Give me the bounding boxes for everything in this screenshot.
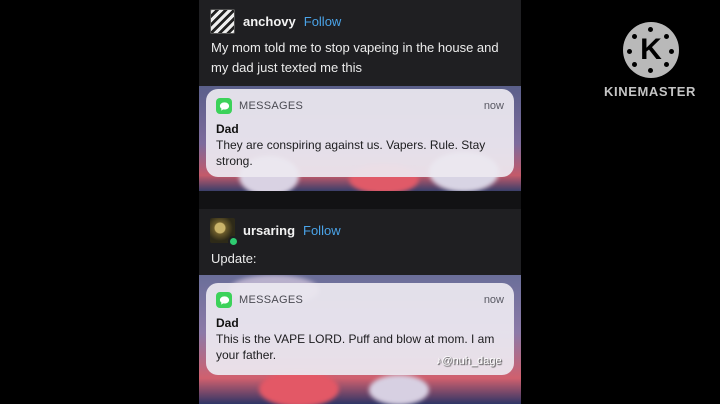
post-caption: Update: (211, 251, 257, 266)
notification-card: MESSAGES now Dad They are conspiring aga… (206, 89, 514, 177)
image-detail (369, 375, 429, 404)
notification-sender: Dad (216, 316, 239, 330)
post-ursaring: ursaring Follow Update: MESSAGES now Dad… (199, 209, 521, 404)
post-divider (199, 191, 521, 209)
image-detail (259, 371, 339, 404)
tumblr-feed: anchovy Follow My mom told me to stop va… (199, 0, 521, 404)
post-header: anchovy Follow (210, 8, 341, 34)
app-name: MESSAGES (239, 294, 304, 306)
follow-button[interactable]: Follow (304, 14, 342, 29)
notification-body: They are conspiring against us. Vapers. … (216, 138, 486, 168)
avatar[interactable] (210, 8, 235, 34)
notification-header: MESSAGES now (216, 291, 504, 309)
online-indicator (228, 235, 239, 247)
tiktok-watermark: ♪@nuh_dage (436, 355, 502, 367)
post-header: ursaring Follow (210, 217, 341, 247)
post-image[interactable]: MESSAGES now Dad They are conspiring aga… (199, 86, 521, 191)
messages-icon (216, 98, 232, 114)
kinemaster-brand: KINEMASTER (604, 84, 696, 99)
kinemaster-logo: K (623, 22, 679, 78)
follow-button[interactable]: Follow (303, 223, 341, 238)
notification-time: now (483, 294, 504, 306)
username[interactable]: ursaring (243, 223, 295, 238)
notification-sender: Dad (216, 122, 239, 136)
messages-icon (216, 292, 232, 308)
kinemaster-logo-letter: K (640, 33, 662, 66)
post-image[interactable]: MESSAGES now Dad This is the VAPE LORD. … (199, 275, 521, 404)
username[interactable]: anchovy (243, 14, 296, 29)
notification-header: MESSAGES now (216, 97, 504, 115)
notification-time: now (483, 100, 504, 112)
avatar[interactable] (210, 217, 239, 247)
watermark-handle: @nuh_dage (441, 355, 502, 367)
app-name: MESSAGES (239, 100, 304, 112)
post-anchovy: anchovy Follow My mom told me to stop va… (199, 0, 521, 191)
post-caption: My mom told me to stop vapeing in the ho… (211, 40, 499, 75)
